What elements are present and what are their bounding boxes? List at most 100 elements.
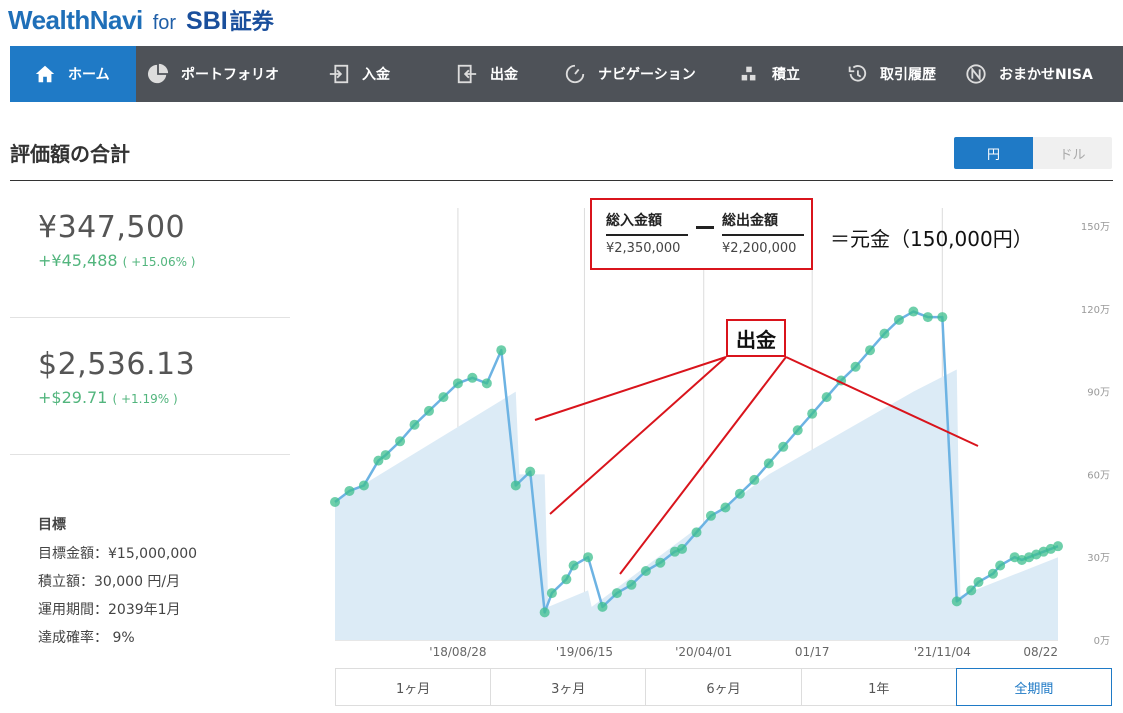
data-point [452, 378, 463, 389]
withdraw-icon [456, 63, 478, 85]
nav-label: おまかせNISA [999, 67, 1093, 83]
y-tick-label: 90万 [1087, 388, 1110, 399]
range-1m-button[interactable]: 1ヶ月 [336, 669, 492, 705]
minus-sign [696, 226, 714, 229]
data-point [973, 577, 984, 588]
brand-logo[interactable]: WealthNavi for SBI 証券 [8, 4, 274, 38]
data-point [423, 405, 434, 416]
data-point [409, 419, 420, 430]
range-6m-button[interactable]: 6ヶ月 [646, 669, 802, 705]
range-all-button[interactable]: 全期間 [955, 668, 1113, 706]
blocks-icon [738, 63, 760, 85]
data-point [749, 474, 760, 485]
data-point [792, 425, 803, 436]
nav-item-home[interactable]: ホーム [10, 46, 136, 102]
y-tick-label: 60万 [1087, 470, 1110, 481]
nav-item-withdraw[interactable]: 出金 [440, 46, 554, 102]
goal-panel: 目標 目標金額：¥15,000,000 積立額：30,000 円/月 運用期間：… [38, 514, 197, 655]
total-deposit-value: ¥2,350,000 [606, 241, 681, 256]
navigation-icon [564, 63, 586, 85]
data-point [539, 607, 550, 618]
nav-item-navigation[interactable]: ナビゲーション [554, 46, 724, 102]
range-1y-button[interactable]: 1年 [801, 669, 957, 705]
brand-name: WealthNavi [8, 5, 143, 35]
data-point [691, 527, 702, 538]
currency-toggle: 円 ドル [954, 137, 1112, 169]
data-point [583, 552, 594, 563]
withdraw-label-box: 出金 [726, 319, 786, 357]
data-point [734, 488, 745, 499]
gain-jpy-pct: ( +15.06% ) [122, 255, 196, 269]
gain-jpy: +¥45,488 ( +15.06% ) [38, 251, 195, 270]
summary-divider [10, 317, 290, 318]
data-point [655, 557, 666, 568]
goal-probability: 達成確率： 9% [38, 630, 135, 646]
data-point [496, 345, 507, 356]
nav-item-nisa[interactable]: おまかせNISA [959, 46, 1123, 102]
x-tick-label: '18/08/28 [429, 645, 486, 659]
gain-usd: +$29.71 ( +1.19% ) [38, 388, 195, 407]
data-point [525, 466, 536, 477]
data-point [865, 345, 876, 356]
main-nav: ホーム ポートフォリオ 入金 出金 ナビゲーション 積立 取引履歴 おまかせNI… [10, 46, 1123, 102]
title-divider [10, 180, 1113, 181]
data-point [597, 601, 608, 612]
gain-jpy-value: +¥45,488 [38, 251, 118, 270]
data-point [720, 502, 731, 513]
valuation-usd: $2,536.13 [38, 347, 196, 382]
range-selector: 1ヶ月 3ヶ月 6ヶ月 1年 全期間 [335, 668, 1113, 706]
brand-partner-jp: 証券 [229, 10, 274, 35]
data-point [778, 441, 789, 452]
data-point [850, 361, 861, 372]
x-tick-label: 08/22 [1023, 645, 1058, 659]
data-point [481, 378, 492, 389]
data-point [763, 458, 774, 469]
y-tick-label: 0万 [1094, 636, 1110, 647]
data-point [344, 485, 355, 496]
data-point [626, 579, 637, 590]
data-point [330, 497, 340, 507]
total-deposit-label: 総入金額 [606, 213, 662, 229]
nav-label: ポートフォリオ [181, 67, 279, 83]
data-point [879, 328, 890, 339]
summary-usd: $2,536.13 +$29.71 ( +1.19% ) [38, 347, 195, 407]
data-point [908, 306, 919, 317]
principal-area [335, 369, 1058, 640]
data-point [951, 596, 962, 607]
goal-target-amount: 目標金額：¥15,000,000 [38, 546, 198, 562]
history-icon [846, 63, 868, 85]
total-deposit: 総入金額 ¥2,350,000 [606, 210, 688, 256]
nav-item-reserve[interactable]: 積立 [724, 46, 834, 102]
data-point [995, 560, 1006, 571]
brand-partner-latin: SBI [186, 7, 228, 35]
range-3m-button[interactable]: 3ヶ月 [491, 669, 647, 705]
data-point [807, 408, 818, 419]
nav-label: ホーム [68, 67, 110, 83]
data-point [937, 312, 948, 323]
data-point [561, 574, 572, 585]
goal-period: 運用期間：2039年1月 [38, 602, 181, 618]
valuation-jpy: ¥347,500 [38, 210, 186, 245]
data-point [380, 450, 391, 461]
nav-item-portfolio[interactable]: ポートフォリオ [136, 46, 312, 102]
data-point [467, 372, 478, 383]
summary-divider [10, 454, 290, 455]
brand-for: for [152, 12, 177, 34]
data-point [893, 314, 904, 325]
nav-label: 取引履歴 [880, 67, 936, 83]
x-tick-label: 01/17 [795, 645, 830, 659]
nav-item-deposit[interactable]: 入金 [312, 46, 440, 102]
nav-item-history[interactable]: 取引履歴 [834, 46, 959, 102]
currency-usd-button[interactable]: ドル [1033, 137, 1112, 169]
y-tick-label: 30万 [1087, 553, 1110, 564]
nav-label: ナビゲーション [598, 67, 696, 83]
currency-jpy-button[interactable]: 円 [954, 137, 1033, 169]
gain-usd-value: +$29.71 [38, 388, 108, 407]
data-point [677, 543, 688, 554]
summary-jpy: ¥347,500 +¥45,488 ( +15.06% ) [38, 210, 195, 270]
data-point [705, 510, 716, 521]
nav-label: 積立 [772, 67, 800, 83]
total-withdraw: 総出金額 ¥2,200,000 [722, 210, 804, 256]
principal-result: ＝元金（150,000円） [830, 227, 1033, 251]
data-point [546, 588, 557, 599]
